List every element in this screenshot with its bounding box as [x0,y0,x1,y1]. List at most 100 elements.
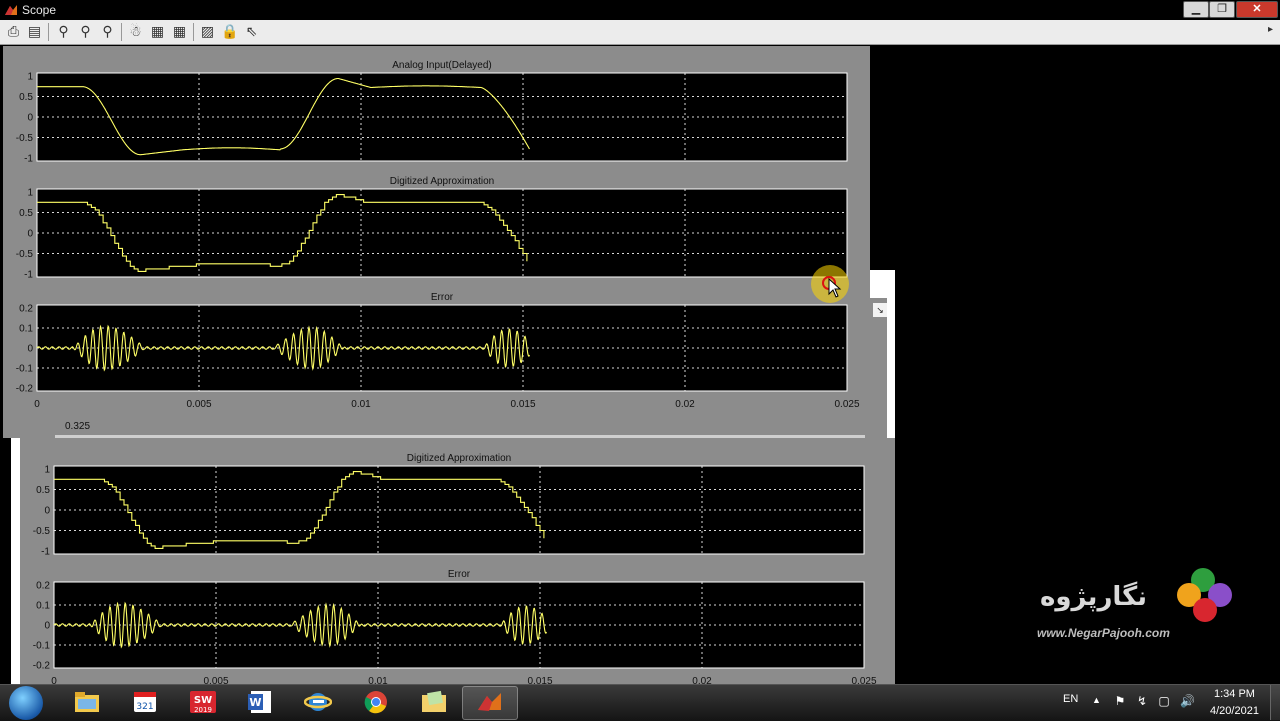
taskbar-solidworks[interactable]: SW 2019 [176,686,230,718]
start-button[interactable] [9,686,43,720]
maximize-button[interactable]: ❐ [1209,1,1235,18]
y-tick-label: 0 [27,113,33,124]
back-plot-error[interactable]: Error0.20.10-0.1-0.20 0.005 0.01 0.015 0.02 0… [14,566,884,687]
window-edge-panel [870,298,887,438]
toolbar-separator [121,23,122,41]
x-tick-label: 0 [34,399,40,410]
y-tick-label: -0.1 [33,641,51,652]
close-button[interactable]: ✕ [1236,1,1278,18]
restore-axes-icon[interactable]: ▦ [171,23,188,40]
x-tick-label: 0.005 [186,399,211,410]
autoscale-icon[interactable]: ☃ [127,23,144,40]
zoom-x-icon[interactable]: ⚲ [77,23,94,40]
y-tick-label: 0.1 [36,601,50,612]
slider-value: 0.325 [65,421,91,432]
y-tick-label: -1 [41,547,50,558]
digitized-title: Digitized Approximation [390,176,495,187]
analog-input-title: Analog Input(Delayed) [392,60,492,71]
volume-icon[interactable]: 🔊 [1180,694,1195,708]
y-tick-label: -0.5 [16,249,34,260]
toolbar-overflow-icon[interactable]: ▸ [1268,24,1273,35]
mouse-cursor-icon [828,278,842,298]
svg-text:SW: SW [194,695,212,706]
y-tick-label: 1 [27,188,33,199]
taskbar-matlab[interactable] [462,686,518,720]
y-tick-label: 0 [44,621,50,632]
x-tick-label: 0.01 [351,399,371,410]
minimize-button[interactable]: ▁ [1183,1,1209,18]
plot-analog-input[interactable]: Analog Input(Delayed) 1 0.5 0 -0.5 -1 [0,57,867,167]
security-flag-icon[interactable]: ⚑ [1113,694,1127,708]
x-tick-label: 0.025 [834,399,859,410]
x-tick-label: 0.015 [510,399,535,410]
lock-axes-icon[interactable]: 🔒 [221,23,238,40]
show-desktop-button[interactable] [1270,685,1280,720]
matlab-icon [478,693,501,711]
folder-icon [75,692,99,712]
taskbar-word[interactable]: W [233,686,287,718]
restore-small-icon[interactable]: ↘ [873,303,887,317]
plot-error[interactable]: Error0.20.10-0.1-0.20 0.005 0.01 0.015 0.02 0… [0,289,867,410]
y-tick-label: 0 [27,229,33,240]
solidworks-icon: SW2019 [190,691,216,714]
error-title: Error [431,292,454,303]
y-tick-label: -0.1 [16,364,34,375]
taskbar-media-player[interactable]: 321 [118,686,172,718]
chrome-icon [364,691,387,714]
x-tick-label: 0.02 [675,399,695,410]
y-tick-label: 0.2 [36,581,50,592]
y-tick-label: 1 [27,72,33,83]
y-tick-label: 0.5 [36,485,50,496]
y-tick-label: 0 [27,344,33,355]
taskbar-internet-explorer[interactable] [291,686,345,718]
zoom-y-icon[interactable]: ⚲ [99,23,116,40]
svg-text:2019: 2019 [194,706,212,714]
folder-notes-icon [422,690,446,712]
y-tick-label: -0.2 [33,661,51,672]
y-tick-label: -0.5 [16,133,34,144]
back-digitized-title: Digitized Approximation [407,453,512,464]
network-signal-icon[interactable]: ▢ [1157,694,1171,708]
svg-text:W: W [249,696,261,709]
word-icon: W [248,691,271,713]
y-tick-label: 0.2 [19,304,33,315]
watermark-logo-text: نگارپژوه [1040,582,1148,612]
y-tick-label: -0.5 [33,526,51,537]
y-tick-label: -1 [24,270,33,281]
matlab-app-icon [5,5,17,15]
slider-track[interactable] [55,435,865,438]
language-indicator[interactable]: EN [1063,693,1078,705]
y-tick-label: -0.2 [16,384,34,395]
toolbar-separator [193,23,194,41]
window-title: Scope [22,3,57,17]
show-hidden-icons-icon[interactable]: ▲ [1092,695,1101,705]
svg-text:321: 321 [136,702,153,712]
y-tick-label: 0.1 [19,324,33,335]
zoom-icon[interactable]: ⚲ [55,23,72,40]
plot-digitized-approximation[interactable]: Digitized Approximation 1 0.5 0 -0.5 -1 [0,173,867,283]
print-icon[interactable]: ⎙ [5,23,22,40]
clock-time[interactable]: 1:34 PM [1214,688,1255,700]
y-tick-label: 0.5 [19,208,33,219]
save-axes-icon[interactable]: ▦ [149,23,166,40]
title-bar: Scope ▁ ❐ ✕ [0,0,1280,20]
toolbar-separator [48,23,49,41]
scope-toolbar: ⎙ ▤ ⚲ ⚲ ⚲ ☃ ▦ ▦ ▨ 🔒 ⇖ ▸ [0,20,1280,45]
y-tick-label: 1 [44,465,50,476]
parameters-icon[interactable]: ▤ [26,23,43,40]
y-tick-label: 0.5 [19,92,33,103]
y-tick-label: 0 [44,506,50,517]
floating-scope-icon[interactable]: ▨ [199,23,216,40]
power-plug-icon[interactable]: ↯ [1135,694,1149,708]
media-player-icon: 321 [134,692,156,712]
back-plot-digitized-approximation[interactable]: Digitized Approximation 1 0.5 0 -0.5 -1 [14,450,884,560]
taskbar-file-explorer[interactable] [60,686,114,718]
clock-date[interactable]: 4/20/2021 [1210,705,1259,717]
back-error-title: Error [448,569,471,580]
y-tick-label: -1 [24,154,33,165]
watermark-url: www.NegarPajooh.com [1037,626,1170,640]
signal-selection-icon[interactable]: ⇖ [243,23,260,40]
taskbar-chrome[interactable] [349,686,403,718]
internet-explorer-icon [304,693,332,711]
taskbar-notes-folder[interactable] [407,686,461,718]
